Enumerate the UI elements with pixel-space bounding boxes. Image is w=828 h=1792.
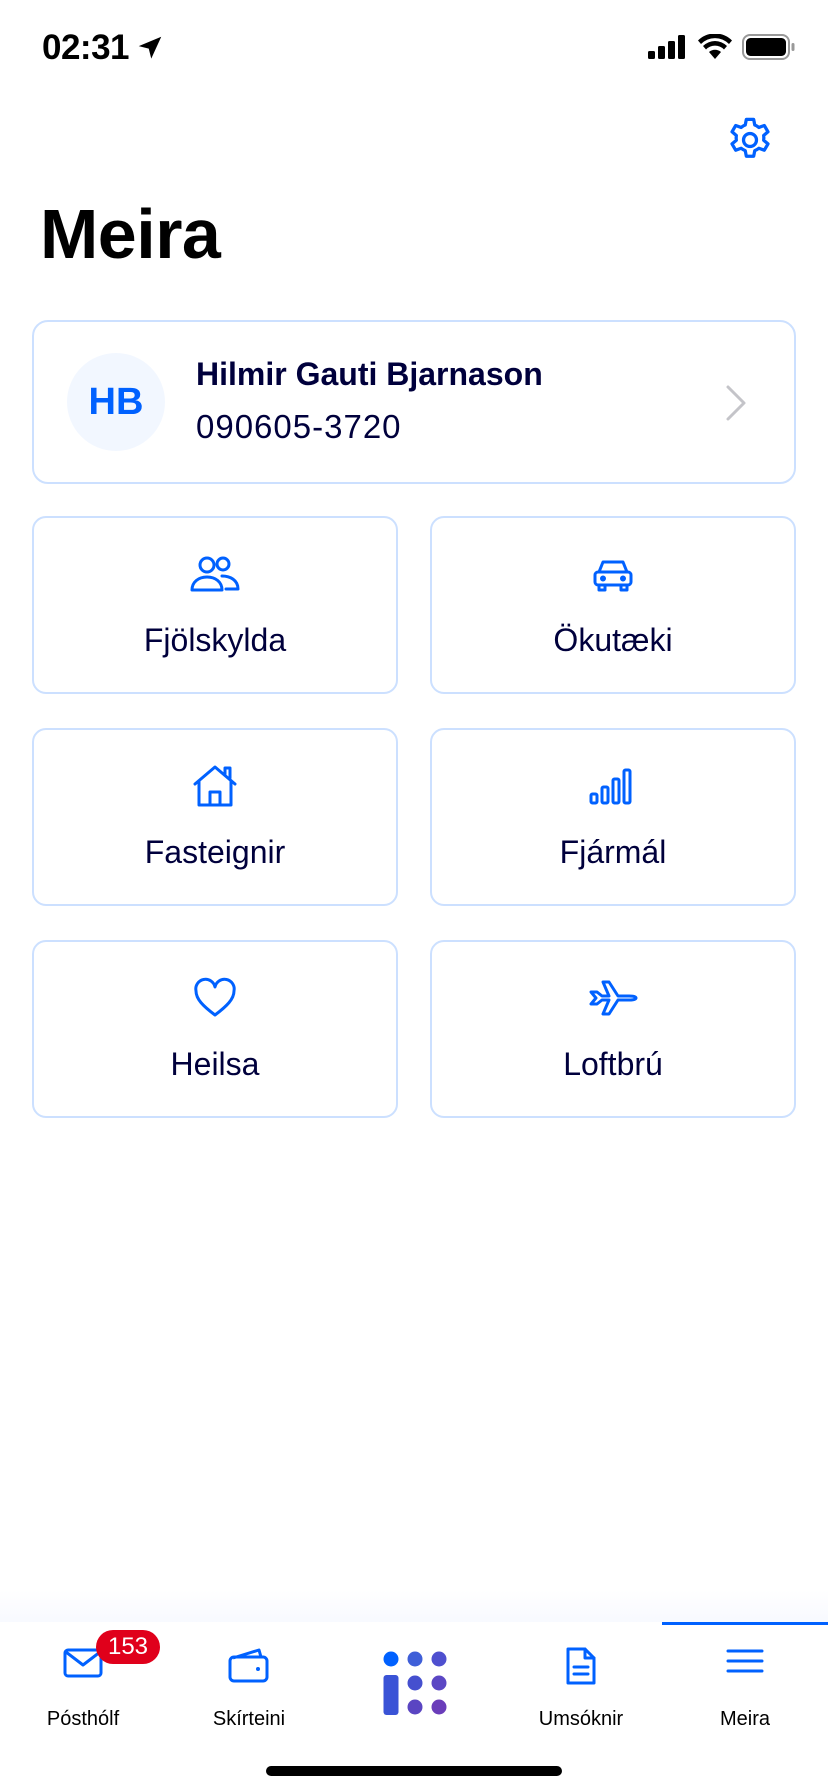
people-icon xyxy=(190,556,240,592)
status-time-group: 02:31 xyxy=(42,28,165,68)
tile-family[interactable]: Fjölskylda xyxy=(32,516,398,694)
page-title: Meira xyxy=(40,195,221,273)
house-icon xyxy=(193,765,237,807)
chevron-right-icon xyxy=(726,385,746,421)
tab-home[interactable] xyxy=(332,1622,498,1732)
battery-icon xyxy=(742,34,795,60)
location-arrow-icon xyxy=(138,36,162,59)
wifi-icon xyxy=(698,34,732,59)
tab-label: Pósthólf xyxy=(46,1708,120,1730)
tab-mailbox[interactable]: 153 Pósthólf xyxy=(0,1622,166,1732)
profile-name: Hilmir Gauti Bjarnason xyxy=(196,356,543,392)
tab-label: Meira xyxy=(719,1708,770,1730)
profile-card[interactable]: HB Hilmir Gauti Bjarnason 090605-3720 xyxy=(32,320,796,484)
unread-badge: 153 xyxy=(96,1630,160,1664)
status-time: 02:31 xyxy=(42,28,130,67)
tile-label: Ökutæki xyxy=(553,622,673,658)
menu-icon xyxy=(726,1649,764,1673)
tile-vehicles[interactable]: Ökutæki xyxy=(430,516,796,694)
cellular-signal-icon xyxy=(648,35,685,59)
car-icon xyxy=(593,560,633,592)
tile-label: Fjölskylda xyxy=(143,622,287,658)
status-bar: 02:31 xyxy=(0,0,828,100)
tab-applications[interactable]: Umsóknir xyxy=(498,1622,664,1732)
wallet-icon xyxy=(228,1648,269,1683)
home-indicator xyxy=(266,1766,562,1776)
bottom-fade xyxy=(0,1590,828,1624)
gear-icon xyxy=(730,117,770,158)
tile-air-bridge[interactable]: Loftbrú xyxy=(430,940,796,1118)
airplane-icon xyxy=(589,980,638,1016)
tile-label: Fasteignir xyxy=(144,834,286,870)
tile-label: Loftbrú xyxy=(563,1046,663,1082)
tile-properties[interactable]: Fasteignir xyxy=(32,728,398,906)
document-icon xyxy=(566,1647,596,1685)
tab-more[interactable]: Meira xyxy=(662,1622,828,1732)
island-logo-icon xyxy=(383,1651,447,1715)
tab-label: Umsóknir xyxy=(538,1708,624,1730)
tile-finances[interactable]: Fjármál xyxy=(430,728,796,906)
tile-health[interactable]: Heilsa xyxy=(32,940,398,1118)
bar-chart-icon xyxy=(589,768,632,805)
status-indicators xyxy=(648,34,796,60)
tile-label: Heilsa xyxy=(170,1046,260,1082)
profile-id: 090605-3720 xyxy=(196,408,402,445)
avatar: HB xyxy=(67,353,165,451)
tab-licenses[interactable]: Skírteini xyxy=(166,1622,332,1732)
tab-label: Skírteini xyxy=(212,1708,286,1730)
heart-icon xyxy=(194,977,236,1017)
settings-button[interactable] xyxy=(724,114,776,166)
tile-label: Fjármál xyxy=(559,834,667,870)
